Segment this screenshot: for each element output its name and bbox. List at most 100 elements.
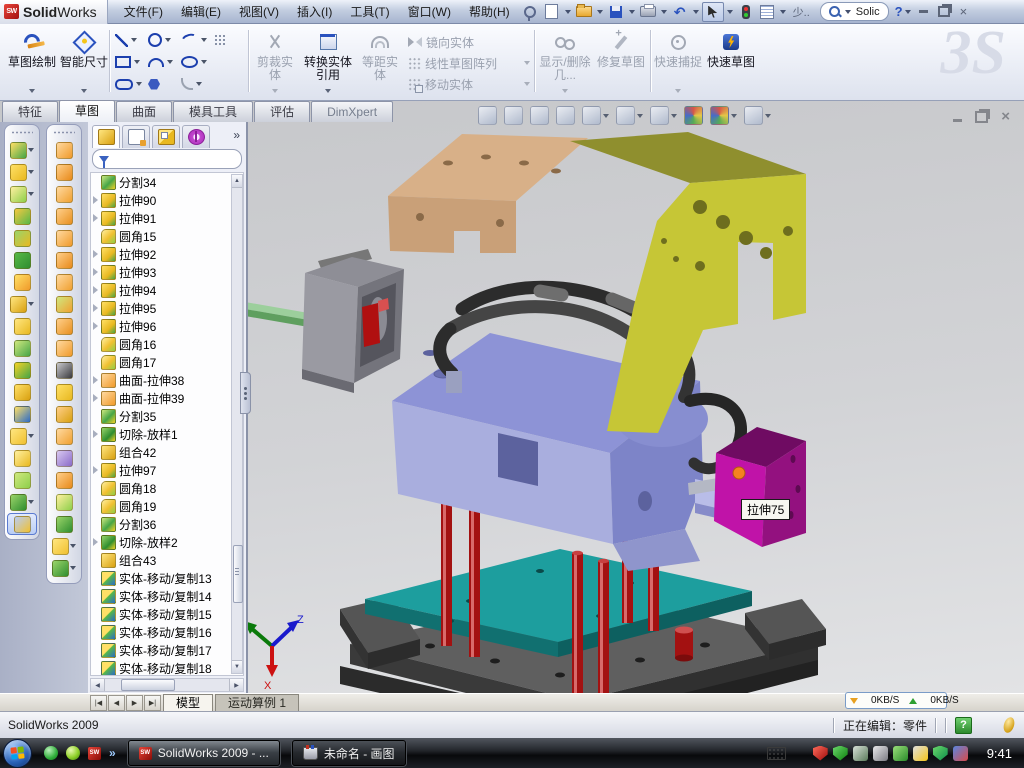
zoom-fit-button[interactable] bbox=[478, 106, 497, 125]
save-flyout-caret[interactable] bbox=[629, 10, 635, 14]
tree-item[interactable]: 拉伸90 bbox=[91, 191, 243, 209]
menu-insert[interactable]: 插入(I) bbox=[289, 0, 340, 23]
insert-block[interactable] bbox=[714, 427, 806, 547]
search-scope-caret[interactable] bbox=[845, 10, 851, 14]
slot-tool-button[interactable] bbox=[112, 73, 145, 95]
tree-item[interactable]: 实体-移动/复制18 bbox=[91, 659, 243, 676]
tree-item[interactable]: 分割36 bbox=[91, 515, 243, 533]
ellipse-tool-button[interactable] bbox=[178, 51, 211, 73]
linear-pattern-button[interactable] bbox=[7, 293, 37, 315]
plane-button[interactable] bbox=[7, 447, 37, 469]
doc-minimize-button[interactable] bbox=[953, 119, 962, 122]
antivirus-shield-icon[interactable] bbox=[813, 746, 828, 761]
rib-button[interactable] bbox=[7, 205, 37, 227]
restore-button[interactable] bbox=[938, 6, 950, 17]
move-copy-body-button[interactable] bbox=[7, 403, 37, 425]
flyout-caret[interactable] bbox=[731, 114, 737, 118]
language-bar-icon[interactable] bbox=[953, 746, 968, 761]
open-flyout-caret[interactable] bbox=[597, 10, 603, 14]
scroll-down-arrow[interactable]: ▼ bbox=[232, 660, 242, 673]
health-shield-icon[interactable] bbox=[933, 746, 948, 761]
open-file-button[interactable] bbox=[574, 3, 594, 21]
tree-item[interactable]: 圆角16 bbox=[91, 335, 243, 353]
flyout-caret[interactable] bbox=[28, 302, 34, 306]
tree-item[interactable]: 圆角19 bbox=[91, 497, 243, 515]
tree-item[interactable]: 实体-移动/复制14 bbox=[91, 587, 243, 605]
updates-gear-icon[interactable] bbox=[853, 746, 868, 761]
expand-caret[interactable] bbox=[93, 214, 98, 222]
propertymanager-tab[interactable] bbox=[122, 125, 150, 148]
close-button[interactable]: × bbox=[960, 5, 968, 18]
tab-dimxpert[interactable]: DimXpert bbox=[311, 101, 393, 122]
flyout-caret[interactable] bbox=[671, 114, 677, 118]
expand-caret[interactable] bbox=[93, 466, 98, 474]
spline-tool-button[interactable] bbox=[178, 29, 211, 51]
extend-surface-button[interactable] bbox=[49, 425, 79, 447]
flyout-caret[interactable] bbox=[131, 38, 137, 42]
flyout-caret[interactable] bbox=[28, 148, 34, 152]
tree-item[interactable]: 切除-放样2 bbox=[91, 533, 243, 551]
flyout-caret[interactable] bbox=[165, 38, 171, 42]
save-button[interactable] bbox=[606, 3, 626, 21]
tree-item[interactable]: 拉伸92 bbox=[91, 245, 243, 263]
rect-tool-button[interactable] bbox=[112, 51, 145, 73]
extruded-cut-button[interactable] bbox=[7, 161, 37, 183]
safely-remove-icon[interactable] bbox=[893, 746, 908, 761]
volume-icon[interactable] bbox=[873, 746, 888, 761]
fillet-button[interactable] bbox=[7, 183, 37, 205]
flyout-caret[interactable] bbox=[603, 114, 609, 118]
flyout-caret[interactable] bbox=[765, 114, 771, 118]
swept-surface-button[interactable] bbox=[49, 139, 79, 161]
instant3d-button[interactable] bbox=[7, 513, 37, 535]
tree-item[interactable]: 拉伸91 bbox=[91, 209, 243, 227]
offset-surface-button[interactable] bbox=[49, 293, 79, 315]
lofted-surface-button[interactable] bbox=[49, 183, 79, 205]
tree-item[interactable]: 拉伸97 bbox=[91, 461, 243, 479]
tab-sketch[interactable]: 草图 bbox=[59, 100, 115, 122]
filled-surface-button[interactable] bbox=[49, 249, 79, 271]
helix-button[interactable] bbox=[7, 491, 37, 513]
solidworks-quicklaunch-icon[interactable]: SW bbox=[88, 747, 101, 760]
curve-button[interactable] bbox=[7, 469, 37, 491]
menu-tools[interactable]: 工具(T) bbox=[342, 0, 397, 23]
tree-item[interactable]: 圆角17 bbox=[91, 353, 243, 371]
replace-face-button[interactable] bbox=[49, 381, 79, 403]
revolved-surface-button[interactable] bbox=[49, 161, 79, 183]
expand-caret[interactable] bbox=[93, 286, 98, 294]
fillet-tool-button[interactable] bbox=[178, 73, 211, 95]
edit-appearance-button[interactable] bbox=[684, 106, 703, 125]
rapid-sketch-button[interactable]: 快速草图 bbox=[706, 27, 756, 95]
expand-caret[interactable] bbox=[93, 430, 98, 438]
shell-button[interactable] bbox=[7, 249, 37, 271]
view-orientation-button[interactable] bbox=[582, 106, 609, 125]
split-body-button[interactable] bbox=[7, 359, 37, 381]
feature-tree-list[interactable]: 分割34拉伸90拉伸91圆角15拉伸92拉伸93拉伸94拉伸95拉伸96圆角16… bbox=[90, 172, 244, 676]
mid-surface-button[interactable] bbox=[49, 513, 79, 535]
next-tab-button[interactable]: ▶ bbox=[126, 695, 143, 711]
star-tool-button[interactable] bbox=[211, 73, 237, 95]
network-warning-icon[interactable] bbox=[913, 746, 928, 761]
quicklaunch-overflow[interactable]: » bbox=[109, 746, 116, 760]
reference-geometry-button[interactable] bbox=[49, 535, 79, 557]
flyout-caret[interactable] bbox=[201, 38, 207, 42]
select-button[interactable] bbox=[702, 2, 724, 22]
toolbar-overflow[interactable]: 少.. bbox=[793, 4, 810, 20]
combine-bodies-button[interactable] bbox=[7, 315, 37, 337]
arc-tool-button[interactable] bbox=[145, 51, 178, 73]
tree-item[interactable]: 分割35 bbox=[91, 407, 243, 425]
minimize-button[interactable] bbox=[919, 10, 928, 13]
section-view-button[interactable] bbox=[556, 106, 575, 125]
flyout-caret[interactable] bbox=[28, 434, 34, 438]
view-settings-button[interactable] bbox=[744, 106, 771, 125]
zoom-selection-button[interactable] bbox=[530, 106, 549, 125]
tree-horizontal-scrollbar[interactable]: ◀ ▶ bbox=[90, 678, 244, 692]
expand-caret[interactable] bbox=[93, 322, 98, 330]
tree-item[interactable]: 拉伸96 bbox=[91, 317, 243, 335]
top-clamp-plate[interactable] bbox=[388, 134, 588, 253]
zoom-area-button[interactable] bbox=[504, 106, 523, 125]
apply-scene-button[interactable] bbox=[710, 106, 737, 125]
expand-caret[interactable] bbox=[93, 304, 98, 312]
radiate-surface-button[interactable] bbox=[49, 315, 79, 337]
scroll-left-arrow[interactable]: ◀ bbox=[91, 679, 105, 691]
tree-item[interactable]: 实体-移动/复制16 bbox=[91, 623, 243, 641]
